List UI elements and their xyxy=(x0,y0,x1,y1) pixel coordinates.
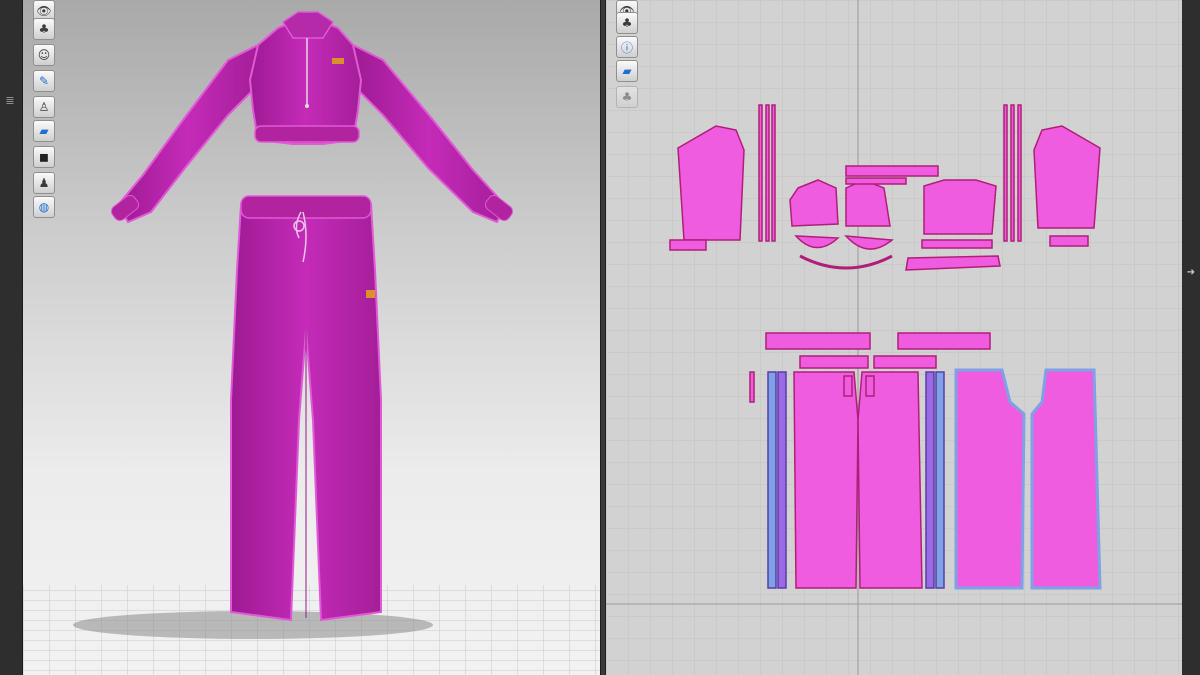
pattern-stripe-2 xyxy=(777,371,787,589)
jacket-right-sleeve xyxy=(352,43,507,224)
pattern-pants-front-right xyxy=(857,371,923,589)
pants-logo xyxy=(366,290,375,298)
pattern-pants-facing-1 xyxy=(799,355,869,369)
3d-viewport[interactable]: 👁 ♣ ☺ ✎ ♙ ▰ ◼ ♟ ◍ xyxy=(23,0,600,675)
jacket-hem xyxy=(254,125,360,143)
info-icon[interactable]: ⓘ xyxy=(616,36,638,58)
2d-pattern-viewport[interactable]: 👁 ♣ ⓘ ▰ ♣ xyxy=(606,0,1182,675)
pattern-loop-marker xyxy=(749,371,755,403)
jacket-logo xyxy=(332,58,344,64)
avatar-display-icon[interactable]: ♙ xyxy=(33,96,55,118)
pattern-stripe-4 xyxy=(935,371,945,589)
pattern-strip-5 xyxy=(1010,104,1015,242)
right-side-panel: ➜ xyxy=(1182,0,1200,675)
disabled-tool-icon: ♣ xyxy=(616,86,638,108)
pattern-pocket-2 xyxy=(865,375,875,397)
fabric-render-icon[interactable]: ▰ xyxy=(616,60,638,82)
list-icon[interactable]: ≣ xyxy=(3,94,17,108)
shaded-mode-icon[interactable]: ◼ xyxy=(33,146,55,168)
pattern-collar-band xyxy=(845,177,907,185)
globe-environment-icon[interactable]: ◍ xyxy=(33,196,55,218)
jacket-3d xyxy=(110,11,514,224)
pattern-pants-facing-2 xyxy=(873,355,937,369)
jacket-collar xyxy=(281,11,335,39)
collapse-arrow-icon[interactable]: ➜ xyxy=(1184,266,1198,280)
pattern-sleeve-left xyxy=(677,125,745,241)
avatar-silhouette-icon[interactable]: ♟ xyxy=(33,172,55,194)
garment-display-icon[interactable]: ♣ xyxy=(616,12,638,34)
fabric-render-icon[interactable]: ▰ xyxy=(33,120,55,142)
avatar-visibility-icon[interactable]: ☺ xyxy=(33,44,55,66)
pattern-back xyxy=(923,179,997,235)
pattern-pocket-1 xyxy=(843,375,853,397)
pattern-stripe-1 xyxy=(767,371,777,589)
pattern-pants-waistband-1 xyxy=(765,332,871,350)
texture-brush-icon[interactable]: ✎ xyxy=(33,70,55,92)
pattern-hem-band xyxy=(921,239,993,249)
pattern-strip-4 xyxy=(1003,104,1008,242)
pattern-collar-top xyxy=(845,165,939,177)
pattern-strip-3 xyxy=(771,104,776,242)
pattern-strip-6 xyxy=(1017,104,1022,242)
pants-3d xyxy=(230,195,382,622)
garment-display-icon[interactable]: ♣ xyxy=(33,18,55,40)
3d-scene xyxy=(23,11,600,675)
pattern-pants-front-left xyxy=(793,371,859,589)
pants-waistband xyxy=(240,195,372,219)
pattern-cuff-right xyxy=(1049,235,1089,247)
pattern-pants-waistband-2 xyxy=(897,332,991,350)
pattern-cuff-left xyxy=(669,239,707,251)
pattern-stripe-3 xyxy=(925,371,935,589)
2d-pattern-canvas xyxy=(606,0,1182,675)
pattern-pants-back-right xyxy=(1030,368,1102,590)
pattern-strip-1 xyxy=(758,104,763,242)
pattern-strip-2 xyxy=(765,104,770,242)
jacket-left-sleeve xyxy=(116,43,259,224)
left-side-panel: ≣ xyxy=(0,0,23,675)
